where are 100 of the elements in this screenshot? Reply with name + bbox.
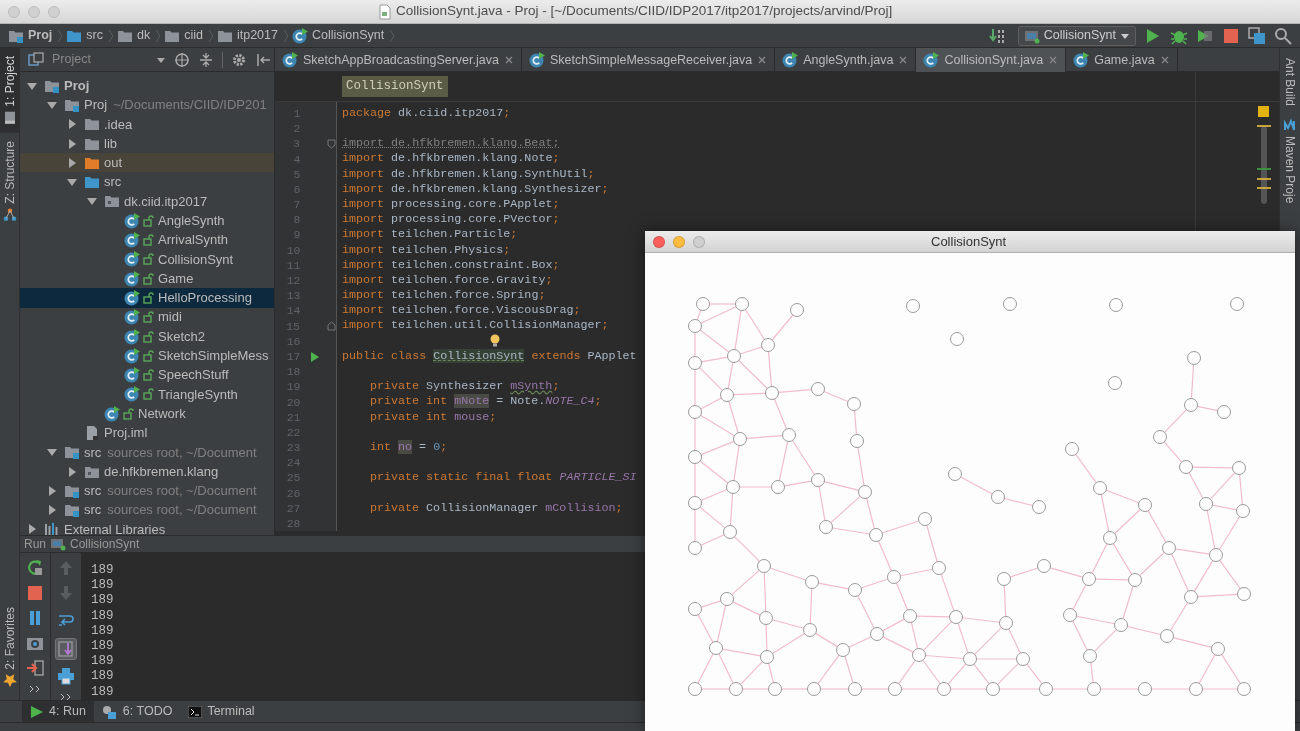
folder-icon	[84, 174, 100, 191]
tool-window-tab[interactable]: 6: TODO	[93, 701, 181, 722]
run-icon[interactable]	[309, 350, 320, 363]
class-icon	[124, 328, 140, 345]
project-structure-icon[interactable]	[1248, 26, 1266, 45]
star-icon	[3, 674, 17, 688]
scroll-to-end-toggle[interactable]	[55, 638, 77, 660]
tree-row[interactable]: Proj ~/Documents/CIID/IDP201	[20, 95, 274, 115]
tree-row[interactable]: Sketch2	[20, 326, 274, 347]
close-icon[interactable]	[503, 55, 514, 65]
lightbulb-icon[interactable]	[490, 334, 500, 349]
tree-item-label: src	[84, 501, 102, 520]
tree-row[interactable]: dk.ciid.itp2017	[20, 191, 274, 212]
tool-window-tab[interactable]: 1: Project	[0, 48, 20, 133]
close-icon[interactable]	[757, 55, 768, 65]
tree-row[interactable]: CollisionSynt	[20, 249, 274, 269]
tree-row[interactable]: src sources root, ~/Document	[20, 481, 274, 501]
tree-item-label: src	[104, 173, 122, 192]
tree-row[interactable]: ArrivalSynth	[20, 230, 274, 250]
settings-icon[interactable]	[231, 51, 247, 68]
tool-window-tab[interactable]: Z: Structure	[0, 132, 20, 230]
tree-row[interactable]: src	[20, 172, 274, 192]
class-icon	[124, 367, 140, 384]
structure-icon	[3, 207, 17, 222]
breadcrumb-item[interactable]: src	[86, 26, 103, 45]
tree-item-label: de.hfkbremen.klang	[104, 462, 219, 481]
tool-window-tab[interactable]: 2: Favorites	[0, 599, 20, 696]
run-icon	[30, 704, 44, 719]
chevron-icon	[206, 27, 215, 44]
breadcrumb-item[interactable]: CollisionSynt	[311, 26, 385, 45]
tree-row[interactable]: src sources root, ~/Document	[20, 500, 274, 520]
breadcrumb-chip[interactable]: CollisionSynt	[342, 76, 448, 97]
tree-row[interactable]: .idea	[20, 114, 274, 134]
exit-icon[interactable]	[26, 659, 44, 677]
hide-icon[interactable]	[255, 51, 271, 68]
code-line: import teilchen.force.Spring;	[342, 287, 546, 305]
todo-icon	[101, 704, 118, 719]
tree-row[interactable]: SketchSimpleMess	[20, 346, 274, 366]
tree-row[interactable]: SpeechStuff	[20, 365, 274, 385]
print-icon[interactable]	[57, 667, 75, 685]
locate-icon[interactable]	[174, 51, 190, 68]
tree-row[interactable]: HelloProcessing	[20, 288, 274, 308]
run-configuration-dropdown[interactable]: CollisionSynt	[1017, 25, 1136, 46]
tree-row[interactable]: out	[20, 153, 274, 173]
breadcrumb-item[interactable]: ciid	[184, 26, 203, 45]
breadcrumb-item[interactable]: Proj	[28, 26, 53, 45]
tool-window-tab[interactable]: Ant Build	[1280, 52, 1300, 113]
build-icon[interactable]	[987, 26, 1006, 45]
tree-row[interactable]: de.hfkbremen.klang	[20, 461, 274, 482]
class-icon	[291, 27, 308, 44]
fold-icon[interactable]	[327, 321, 336, 332]
lock-icon	[143, 272, 154, 285]
console-line: 189	[91, 593, 114, 609]
fold-icon[interactable]	[327, 138, 336, 149]
tree-row[interactable]: src sources root, ~/Document	[20, 442, 274, 462]
close-icon[interactable]	[1159, 55, 1170, 65]
console-line: 189	[91, 623, 114, 639]
code-line: import de.hfkbremen.klang.SynthUtil;	[342, 165, 595, 183]
tool-window-tab[interactable]: 4: Run	[22, 701, 94, 722]
breadcrumb-item[interactable]: itp2017	[236, 26, 278, 45]
window-title: CollisionSynt	[931, 232, 1007, 251]
tree-row[interactable]: TriangleSynth	[20, 384, 274, 405]
class-icon	[124, 309, 140, 326]
chevron-icon	[154, 27, 163, 44]
breadcrumb-item[interactable]: dk	[137, 26, 151, 45]
tree-item-label: .idea	[104, 115, 133, 134]
tree-row[interactable]: AngleSynth	[20, 211, 274, 231]
tree-row[interactable]: Proj.iml	[20, 423, 274, 443]
lock-icon	[143, 388, 154, 401]
tool-window-tab[interactable]: Maven Proje	[1280, 112, 1300, 210]
scroll-end-icon	[57, 640, 75, 658]
panel-title: Run	[24, 536, 46, 553]
editor-tab[interactable]: CollisionSynt.java	[916, 48, 1067, 72]
stop-icon[interactable]	[26, 584, 44, 602]
stop-icon[interactable]	[1222, 26, 1240, 45]
code-line: private Synthesizer mSynth;	[369, 378, 560, 396]
panel-title[interactable]: Project	[52, 50, 148, 69]
search-icon[interactable]	[1274, 26, 1292, 45]
close-icon[interactable]	[1048, 55, 1059, 65]
path-hint: ~/Documents/CIID/IDP201	[113, 96, 267, 115]
close-icon[interactable]	[898, 55, 909, 65]
tree-item-label: src	[84, 482, 102, 501]
tree-item-label: HelloProcessing	[158, 289, 252, 308]
folder-icon	[84, 116, 100, 133]
code-line: import de.hfkbremen.klang.Synthesizer;	[342, 180, 609, 198]
class-icon	[782, 52, 799, 68]
collapse-icon[interactable]	[198, 51, 214, 68]
rerun-icon[interactable]	[26, 559, 44, 577]
tree-row[interactable]: External Libraries	[20, 519, 274, 535]
library-icon	[44, 521, 60, 535]
tree-row[interactable]: lib	[20, 133, 274, 154]
tree-row[interactable]: Game	[20, 268, 274, 289]
tree-row[interactable]: midi	[20, 307, 274, 327]
more-icon[interactable]	[28, 684, 42, 694]
tool-window-tab[interactable]: Terminal	[180, 701, 263, 722]
tree-row[interactable]: Network	[20, 404, 274, 424]
code-line: import processing.core.PVector;	[342, 211, 560, 229]
class-icon	[1073, 52, 1090, 68]
tree-row[interactable]: Proj	[20, 76, 274, 96]
tree-item-label: CollisionSynt	[158, 250, 234, 269]
